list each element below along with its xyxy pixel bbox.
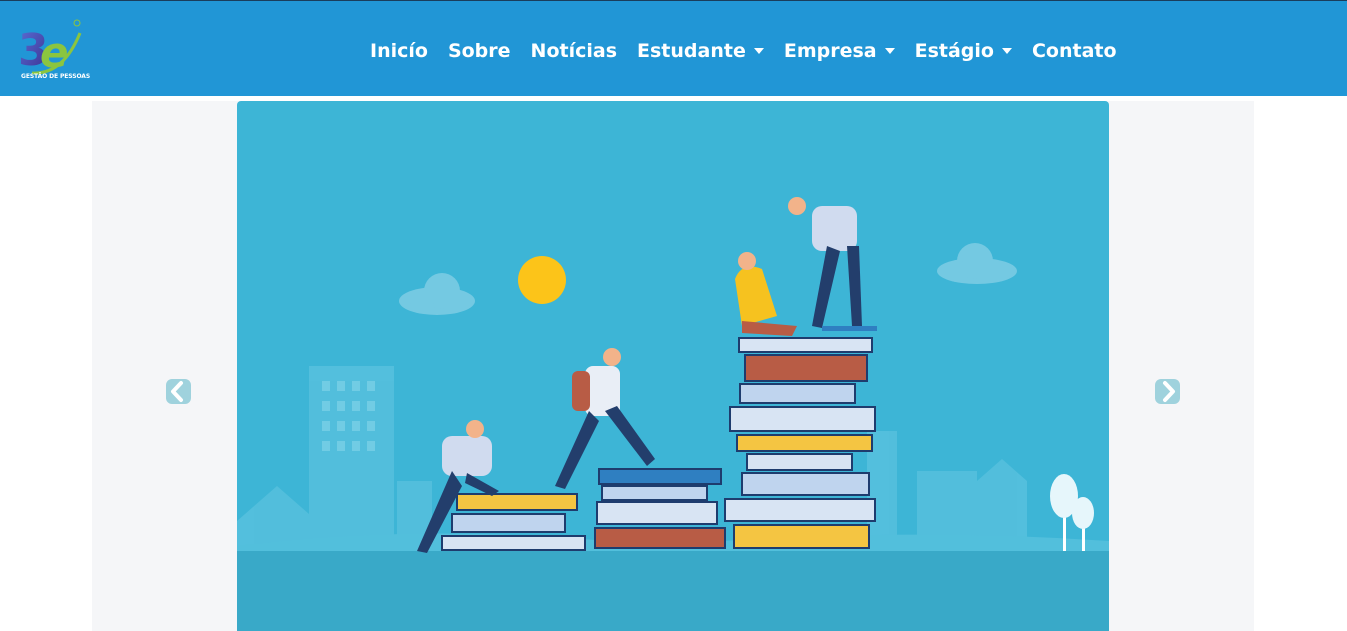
nav-item-sobre[interactable]: Sobre [438,37,521,65]
nav-label: Contato [1031,40,1117,62]
chevron-right-icon [1163,381,1175,402]
nav-label: Estágio [914,40,994,62]
carousel-next-button[interactable] [1155,379,1180,404]
carousel-prev-button[interactable] [166,379,191,404]
top-navbar: 3 e GESTÃO DE PESSOAS Inicío Sobre Notíc… [0,0,1347,96]
logo-caption: GESTÃO DE PESSOAS [21,73,91,80]
nav-item-empresa[interactable]: Empresa [774,37,905,65]
nav-item-contato[interactable]: Contato [1022,37,1127,65]
caret-down-icon [884,48,895,54]
nav-label: Inicío [370,40,428,62]
main-nav: Inicío Sobre Notícias Estudante Empresa … [360,37,1127,65]
nav-label: Estudante [637,40,746,62]
nav-item-estudante[interactable]: Estudante [627,37,774,65]
chevron-left-icon [171,381,183,402]
nav-label: Empresa [783,40,877,62]
books-climb-illustration [237,101,1109,631]
nav-item-estagio[interactable]: Estágio [905,37,1022,65]
nav-item-noticias[interactable]: Notícias [521,37,627,65]
nav-item-inicio[interactable]: Inicío [360,37,438,65]
nav-label: Notícias [530,40,618,62]
caret-down-icon [1001,48,1012,54]
nav-label: Sobre [447,40,511,62]
svg-text:e: e [40,28,69,77]
caret-down-icon [753,48,764,54]
carousel-slide-image [237,101,1109,631]
